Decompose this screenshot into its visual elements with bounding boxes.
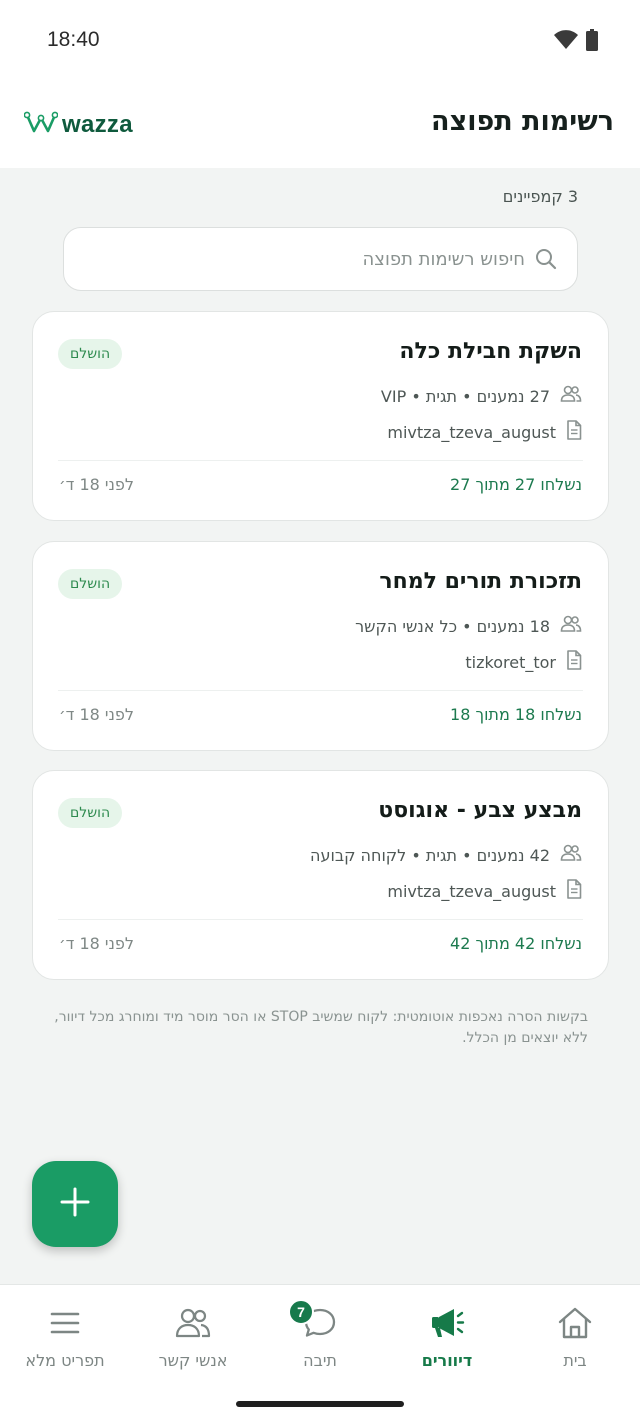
menu-icon — [49, 1305, 81, 1341]
document-icon — [566, 879, 582, 903]
users-icon — [560, 844, 582, 866]
card-divider — [58, 460, 583, 461]
search-input[interactable] — [105, 240, 525, 278]
campaign-card[interactable]: תזכורת תורים למחר הושלם 18 נמענים • כל א… — [32, 541, 609, 751]
app-bar: רשימות תפוצה wazza — [0, 82, 640, 168]
audience-text: 27 נמענים • תגית • VIP — [380, 386, 550, 406]
sent-time: לפני 18 ד׳ — [59, 705, 134, 724]
megaphone-icon — [429, 1305, 465, 1341]
nav-label: תיבה — [303, 1351, 337, 1370]
wazza-logo[interactable]: wazza — [23, 111, 133, 139]
system-icons — [554, 29, 598, 55]
sent-time: לפני 18 ד׳ — [59, 934, 134, 953]
campaign-count: 3 קמפיינים — [502, 187, 578, 206]
users-icon — [560, 385, 582, 407]
status-time: 18:40 — [47, 28, 100, 51]
sent-progress: נשלחו 18 מתוך 18 — [450, 705, 582, 724]
sent-progress: נשלחו 42 מתוך 42 — [450, 934, 582, 953]
unread-badge: 7 — [288, 1299, 314, 1325]
nav-item-full-menu[interactable]: תפריט מלא — [10, 1305, 120, 1370]
unsubscribe-note: בקשות הסרה נאכפות אוטומטית: לקוח שמשיב S… — [54, 1009, 588, 1046]
search-box[interactable] — [63, 227, 578, 291]
campaign-audience: 42 נמענים • תגית • לקוחה קבועה — [310, 844, 582, 866]
nav-item-campaigns[interactable]: דיוורים — [392, 1305, 502, 1370]
audience-text: 18 נמענים • כל אנשי הקשר — [355, 616, 550, 636]
campaign-name: השקת חבילת כלה — [399, 339, 582, 364]
campaign-card[interactable]: מבצע צבע - אוגוסט הושלם 42 נמענים • תגית… — [32, 770, 609, 980]
wifi-icon — [554, 30, 578, 54]
plus-icon — [60, 1187, 90, 1221]
campaign-name: תזכורת תורים למחר — [379, 569, 582, 594]
card-divider — [58, 690, 583, 691]
nav-item-home[interactable]: בית — [520, 1305, 630, 1370]
nav-item-inbox[interactable]: 7 תיבה — [265, 1299, 375, 1370]
status-badge: הושלם — [58, 339, 123, 369]
contacts-icon — [174, 1305, 212, 1341]
add-campaign-button[interactable] — [32, 1161, 118, 1247]
campaign-template: tizkoret_tor — [465, 650, 582, 674]
home-icon — [557, 1305, 593, 1341]
status-badge: הושלם — [58, 798, 123, 828]
campaign-template: mivtza_tzeva_august — [387, 879, 582, 903]
battery-icon — [586, 29, 598, 55]
campaign-card[interactable]: השקת חבילת כלה הושלם 27 נמענים • תגית • … — [32, 311, 609, 521]
page-title: רשימות תפוצה — [431, 106, 614, 137]
campaign-audience: 27 נמענים • תגית • VIP — [381, 385, 582, 407]
nav-label: דיוורים — [421, 1351, 473, 1370]
status-bar: 18:40 — [0, 0, 640, 82]
template-name: mivtza_tzeva_august — [387, 881, 556, 901]
document-icon — [566, 650, 582, 674]
search-icon — [535, 248, 557, 274]
users-icon — [560, 615, 582, 637]
home-indicator — [236, 1401, 404, 1407]
document-icon — [566, 420, 582, 444]
template-name: mivtza_tzeva_august — [387, 422, 556, 442]
status-badge: הושלם — [58, 569, 123, 599]
sent-progress: נשלחו 27 מתוך 27 — [450, 475, 582, 494]
nav-label: תפריט מלא — [25, 1351, 105, 1370]
chat-icon: 7 — [288, 1299, 338, 1341]
template-name: tizkoret_tor — [465, 652, 556, 672]
nav-item-contacts[interactable]: אנשי קשר — [138, 1305, 248, 1370]
campaign-template: mivtza_tzeva_august — [387, 420, 582, 444]
nav-label: אנשי קשר — [158, 1351, 228, 1370]
card-divider — [58, 919, 583, 920]
nav-label: בית — [563, 1351, 587, 1370]
audience-text: 42 נמענים • תגית • לקוחה קבועה — [310, 845, 550, 865]
campaign-name: מבצע צבע - אוגוסט — [378, 798, 582, 823]
wazza-w-logo-icon — [23, 111, 59, 139]
logo-wordmark: wazza — [62, 111, 133, 138]
sent-time: לפני 18 ד׳ — [59, 475, 134, 494]
campaign-audience: 18 נמענים • כל אנשי הקשר — [355, 615, 582, 637]
